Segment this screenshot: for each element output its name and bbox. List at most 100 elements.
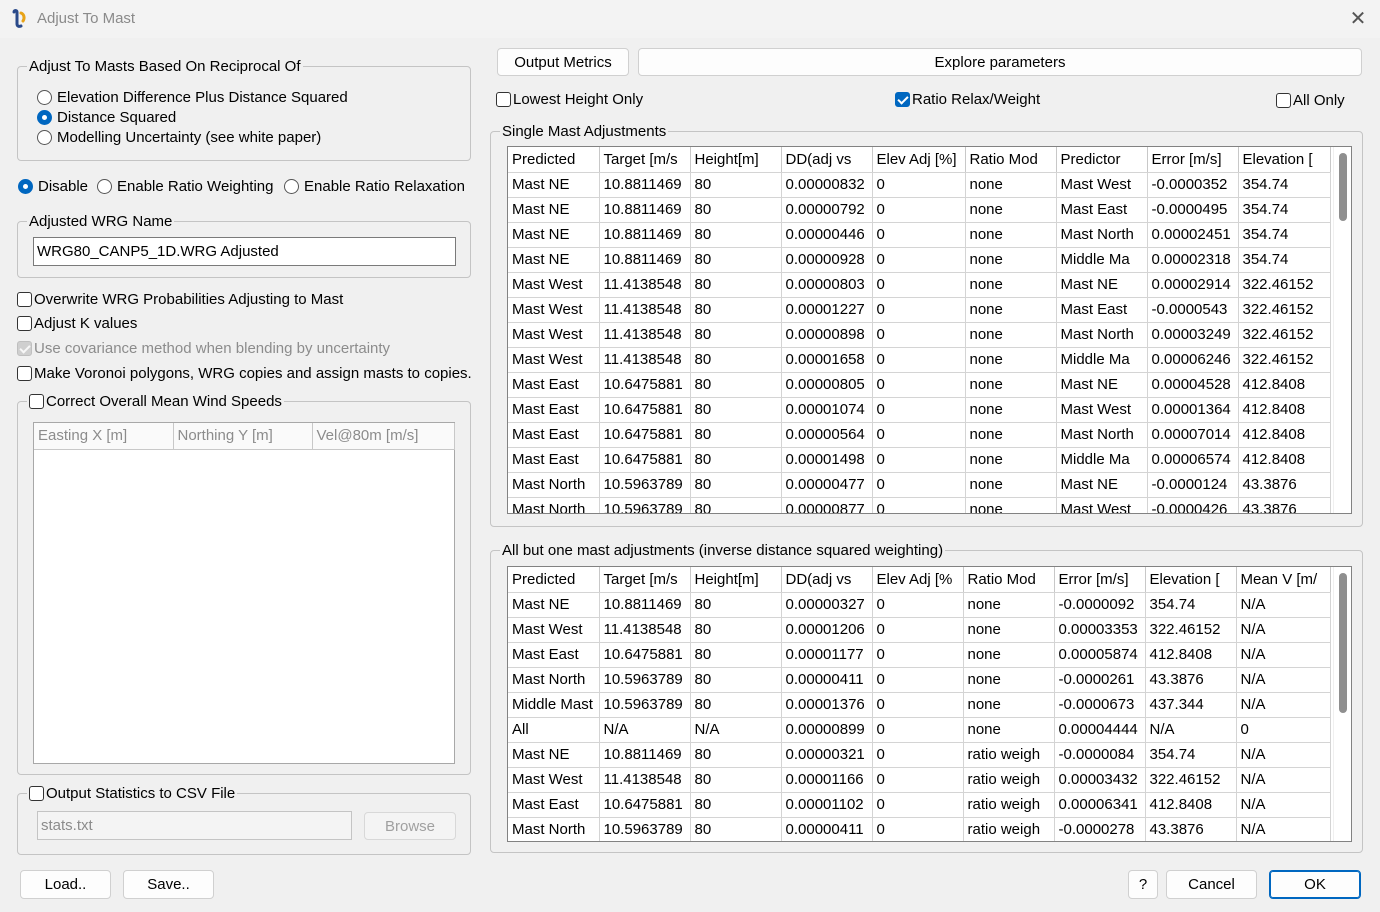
column-header[interactable]: Height[m] — [690, 567, 782, 593]
table-cell[interactable]: 0.00000321 — [781, 742, 873, 768]
table-cell[interactable]: Mast NE — [1056, 372, 1148, 398]
cancel-button[interactable]: Cancel — [1166, 870, 1257, 899]
table-cell[interactable]: none — [965, 472, 1057, 498]
table-cell[interactable]: 10.5963789 — [599, 472, 691, 498]
table-cell[interactable]: Mast West — [1056, 497, 1148, 513]
table-cell[interactable]: 10.5963789 — [599, 817, 691, 841]
table-row[interactable]: Mast North 10.5963789 80 0.00000411 0 ratio w… — [508, 817, 1331, 841]
table-row[interactable]: Middle Mast 10.5963789 80 0.00001376 0 none -0… — [508, 692, 1331, 718]
table-cell[interactable]: Mast West — [508, 322, 600, 348]
table-cell[interactable]: 80 — [690, 497, 782, 513]
table-cell[interactable]: 0.00000805 — [781, 372, 873, 398]
table-cell[interactable]: N/A — [1236, 792, 1331, 818]
table-cell[interactable]: N/A — [599, 717, 691, 743]
table-cell[interactable]: 354.74 — [1238, 222, 1331, 248]
table-cell[interactable]: Middle Ma — [1056, 347, 1148, 373]
table-cell[interactable]: 0.00002451 — [1147, 222, 1239, 248]
table-cell[interactable]: 0 — [872, 792, 964, 818]
table-cell[interactable]: Mast North — [508, 497, 600, 513]
table-cell[interactable]: Mast North — [508, 817, 600, 841]
column-header[interactable]: Error [m/s] — [1054, 567, 1146, 593]
column-header[interactable]: Predicted — [508, 147, 600, 173]
table-cell[interactable]: Mast North — [1056, 422, 1148, 448]
voronoi-checkbox[interactable]: Make Voronoi polygons, WRG copies and as… — [17, 365, 472, 382]
table-cell[interactable]: 11.4138548 — [599, 347, 691, 373]
table-cell[interactable]: 0.00003249 — [1147, 322, 1239, 348]
table-cell[interactable]: 0.00000803 — [781, 272, 873, 298]
table-cell[interactable]: 0.00005874 — [1054, 642, 1146, 668]
table-cell[interactable]: Mast NE — [508, 742, 600, 768]
table-cell[interactable]: none — [965, 297, 1057, 323]
table-cell[interactable]: 0.00006341 — [1054, 792, 1146, 818]
table-cell[interactable]: 0 — [872, 447, 966, 473]
table-cell[interactable]: 0 — [872, 347, 966, 373]
column-header[interactable]: Elev Adj [%] — [872, 147, 966, 173]
table-cell[interactable]: 80 — [690, 247, 782, 273]
table-cell[interactable]: N/A — [1236, 692, 1331, 718]
table-cell[interactable]: 0 — [872, 422, 966, 448]
table-cell[interactable]: none — [963, 667, 1055, 693]
radio-distance-squared[interactable]: Distance Squared — [37, 109, 176, 126]
table-cell[interactable]: Mast West — [508, 347, 600, 373]
table-cell[interactable]: 412.8408 — [1238, 372, 1331, 398]
table-cell[interactable]: Mast West — [508, 617, 600, 643]
table-cell[interactable]: 0.00001102 — [781, 792, 873, 818]
table-cell[interactable]: N/A — [1236, 767, 1331, 793]
radio-disable[interactable]: Disable — [18, 178, 88, 195]
table-cell[interactable]: 10.8811469 — [599, 222, 691, 248]
table-cell[interactable]: 0.00000877 — [781, 497, 873, 513]
table-cell[interactable]: 0 — [872, 272, 966, 298]
table-cell[interactable]: Mast NE — [508, 172, 600, 198]
table-cell[interactable]: 43.3876 — [1238, 497, 1331, 513]
table-cell[interactable]: 10.8811469 — [599, 172, 691, 198]
table-cell[interactable]: 10.6475881 — [599, 792, 691, 818]
table-cell[interactable]: Mast East — [508, 642, 600, 668]
table-cell[interactable]: 80 — [690, 347, 782, 373]
table-cell[interactable]: ratio weigh — [963, 817, 1055, 841]
column-header[interactable]: Error [m/s] — [1147, 147, 1239, 173]
table-cell[interactable]: 10.8811469 — [599, 592, 691, 618]
radio-modelling-uncertainty[interactable]: Modelling Uncertainty (see white paper) — [37, 129, 321, 146]
table-cell[interactable]: 0 — [872, 817, 964, 841]
ratio-relax-weight-checkbox[interactable]: Ratio Relax/Weight — [895, 91, 1040, 108]
column-header[interactable]: Ratio Mod — [963, 567, 1055, 593]
table-cell[interactable]: -0.0000261 — [1054, 667, 1146, 693]
table-cell[interactable]: 11.4138548 — [599, 272, 691, 298]
table-cell[interactable]: Mast West — [1056, 172, 1148, 198]
table-cell[interactable]: 354.74 — [1238, 247, 1331, 273]
table-cell[interactable]: none — [965, 247, 1057, 273]
table-cell[interactable]: 80 — [690, 272, 782, 298]
load-button[interactable]: Load.. — [20, 870, 111, 899]
table-cell[interactable]: 10.8811469 — [599, 742, 691, 768]
table-cell[interactable]: 0 — [872, 172, 966, 198]
table-cell[interactable]: Mast North — [1056, 222, 1148, 248]
table-cell[interactable]: Mast NE — [1056, 472, 1148, 498]
table-cell[interactable]: All — [508, 717, 600, 743]
table-cell[interactable]: 11.4138548 — [599, 297, 691, 323]
table-row[interactable]: Mast East 10.6475881 80 0.00001074 0 none Mast… — [508, 397, 1331, 423]
all-only-checkbox[interactable]: All Only — [1276, 92, 1345, 109]
table-cell[interactable]: 80 — [690, 592, 782, 618]
table-cell[interactable]: none — [963, 642, 1055, 668]
table-cell[interactable]: Middle Ma — [1056, 447, 1148, 473]
table-row[interactable]: Mast East 10.6475881 80 0.00000564 0 none Mast… — [508, 422, 1331, 448]
table-cell[interactable]: 0.00000898 — [781, 322, 873, 348]
table-cell[interactable]: 10.6475881 — [599, 642, 691, 668]
table-cell[interactable]: Mast North — [1056, 322, 1148, 348]
table-row[interactable]: Mast NE 10.8811469 80 0.00000792 0 none Mast E… — [508, 197, 1331, 223]
table-cell[interactable]: -0.0000092 — [1054, 592, 1146, 618]
table-cell[interactable]: ratio weigh — [963, 767, 1055, 793]
table-cell[interactable]: 0.00000899 — [781, 717, 873, 743]
column-header[interactable]: Elevation [ — [1145, 567, 1237, 593]
table-row[interactable]: Mast NE 10.8811469 80 0.00000832 0 none Mast W… — [508, 172, 1331, 198]
table-cell[interactable]: none — [963, 717, 1055, 743]
table-cell[interactable]: none — [965, 222, 1057, 248]
table-cell[interactable]: Mast East — [508, 792, 600, 818]
table-cell[interactable]: Mast East — [508, 372, 600, 398]
table-row[interactable]: Mast North 10.5963789 80 0.00000411 0 none -0.… — [508, 667, 1331, 693]
table-cell[interactable]: 354.74 — [1145, 742, 1237, 768]
table-cell[interactable]: 412.8408 — [1145, 792, 1237, 818]
table-cell[interactable]: 0.00000411 — [781, 817, 873, 841]
table-cell[interactable]: 10.8811469 — [599, 247, 691, 273]
column-header-velocity[interactable]: Vel@80m [m/s] — [312, 423, 455, 450]
